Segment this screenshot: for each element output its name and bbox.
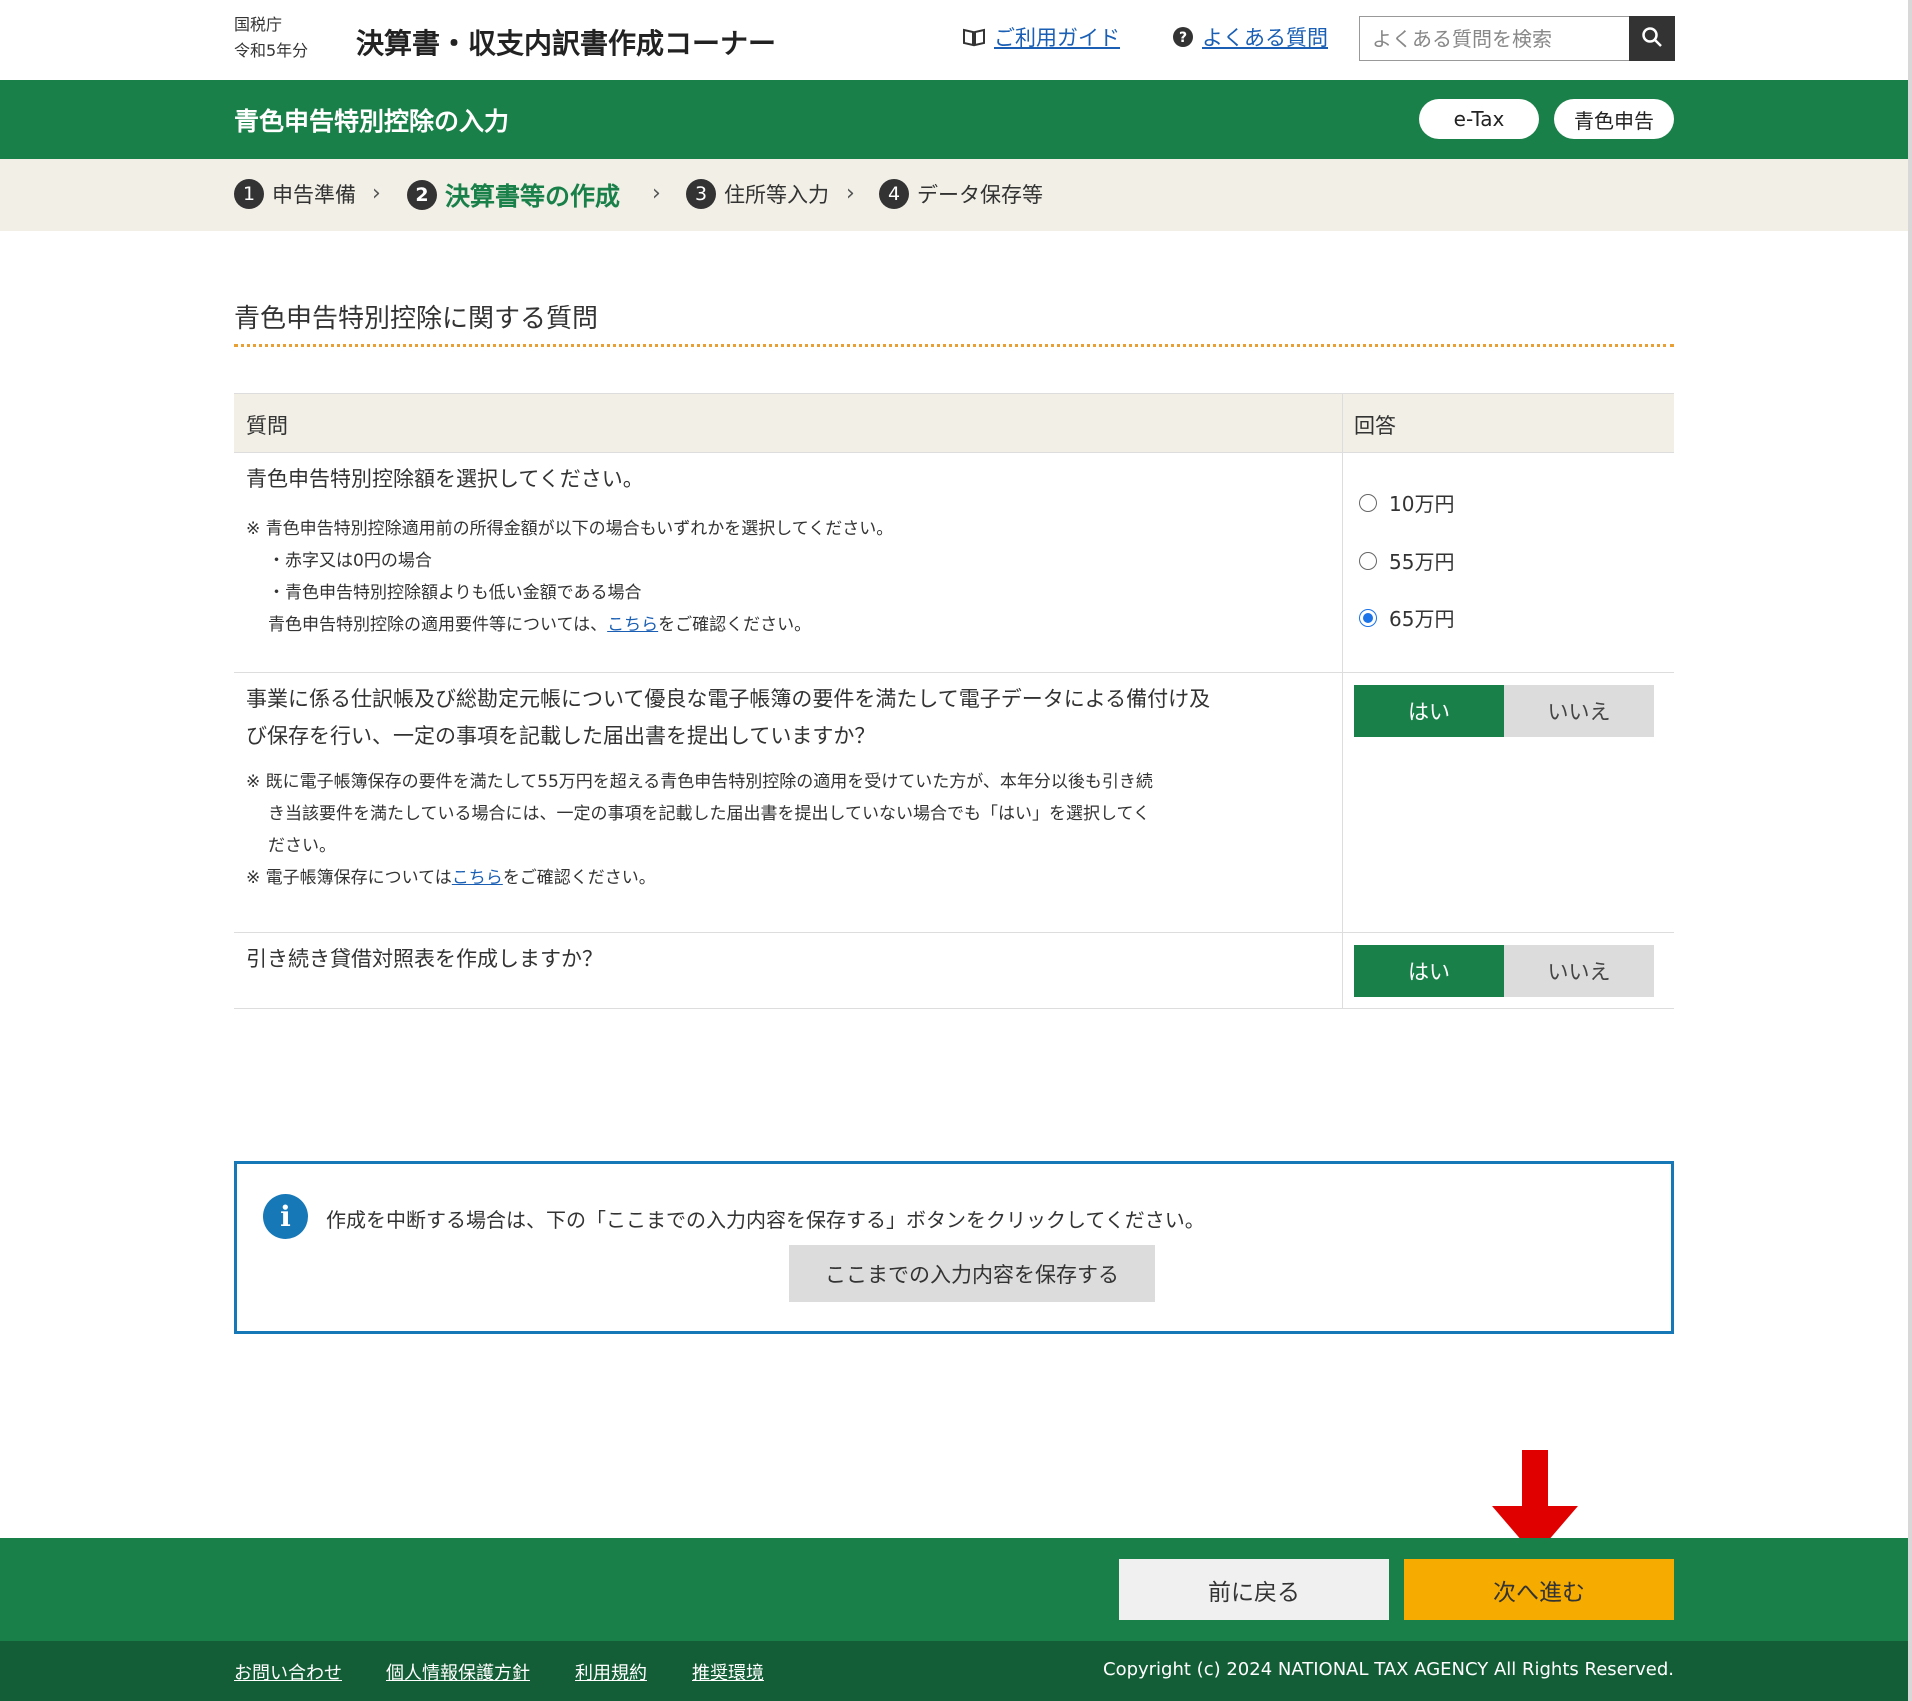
copyright: Copyright (c) 2024 NATIONAL TAX AGENCY A… <box>1103 1659 1674 1680</box>
tax-year: 令和5年分 <box>234 41 309 60</box>
book-icon <box>962 27 986 47</box>
table-header: 質問 回答 <box>234 393 1674 454</box>
step-label: 住所等入力 <box>724 183 829 207</box>
yes-no-toggle: はい いいえ <box>1354 685 1654 737</box>
yes-button-selected[interactable]: はい <box>1354 945 1504 997</box>
no-button[interactable]: いいえ <box>1504 945 1654 997</box>
chevron-right-icon: › <box>652 181 661 206</box>
info-text: 作成を中断する場合は、下の「ここまでの入力内容を保存する」ボタンをクリックしてく… <box>326 1208 1205 1232</box>
chevron-right-icon: › <box>372 181 381 206</box>
footer-link-environment[interactable]: 推奨環境 <box>692 1659 764 1685</box>
header-answer: 回答 <box>1354 414 1396 438</box>
footer-link-privacy[interactable]: 個人情報保護方針 <box>386 1659 530 1685</box>
question-note: ※ 既に電子帳簿保存の要件を満たして55万円を超える青色申告特別控除の適用を受け… <box>246 766 1153 894</box>
save-progress-button[interactable]: ここまでの入力内容を保存する <box>789 1245 1155 1302</box>
yes-no-toggle: はい いいえ <box>1354 945 1654 997</box>
radio-label: 65万円 <box>1389 607 1455 631</box>
page-title: 青色申告特別控除の入力 <box>234 107 510 136</box>
note-line: ※ 既に電子帳簿保存の要件を満たして55万円を超える青色申告特別控除の適用を受け… <box>246 772 1153 792</box>
question-text: 事業に係る仕訳帳及び総勘定元帳について優良な電子帳簿の要件を満たして電子データに… <box>246 681 1210 755</box>
question-note: ※ 青色申告特別控除適用前の所得金額が以下の場合もいずれかを選択してください。 … <box>246 513 893 641</box>
faq-link[interactable]: ? よくある質問 <box>1172 22 1328 52</box>
column-divider <box>1342 394 1343 454</box>
question-line: 事業に係る仕訳帳及び総勘定元帳について優良な電子帳簿の要件を満たして電子データに… <box>246 687 1211 711</box>
next-button[interactable]: 次へ進む <box>1404 1559 1674 1620</box>
agency-block: 国税庁 令和5年分 <box>234 12 308 64</box>
section-title: 青色申告特別控除に関する質問 <box>234 304 599 334</box>
scrollbar[interactable] <box>1908 0 1912 1701</box>
note-line: ・赤字又は0円の場合 <box>268 551 432 571</box>
note-text: ※ 電子帳簿保存については <box>246 868 452 888</box>
step-number: 2 <box>407 180 437 210</box>
footer-link-contact[interactable]: お問い合わせ <box>234 1659 342 1685</box>
note-line: き当該要件を満たしている場合には、一定の事項を記載した届出書を提出していない場合… <box>268 804 1150 824</box>
info-icon: i <box>263 1194 308 1239</box>
site-title: 決算書・収支内訳書作成コーナー <box>356 27 777 60</box>
progress-steps: 1 申告準備 › 2 決算書等の作成 › 3 住所等入力 › 4 データ保存等 <box>0 159 1908 231</box>
note-line: ださい。 <box>268 836 336 856</box>
note-line: ※ 青色申告特別控除適用前の所得金額が以下の場合もいずれかを選択してください。 <box>246 519 894 539</box>
step-3: 3 住所等入力 <box>686 179 829 209</box>
question-text: 引き続き貸借対照表を作成しますか？ <box>246 947 603 971</box>
guide-link-label: ご利用ガイド <box>994 26 1120 50</box>
question-line: び保存を行い、一定の事項を記載した届出書を提出していますか？ <box>246 724 876 748</box>
step-label: 決算書等の作成 <box>445 182 621 211</box>
note-line: 青色申告特別控除の適用要件等については、こちらをご確認ください。 <box>246 609 893 641</box>
radio-circle[interactable] <box>1359 551 1377 570</box>
note-text: をご確認ください。 <box>658 615 812 635</box>
radio-label: 55万円 <box>1389 550 1455 574</box>
faq-link-label: よくある質問 <box>1202 26 1328 50</box>
step-2-current: 2 決算書等の作成 <box>407 177 620 213</box>
step-label: データ保存等 <box>917 183 1043 207</box>
table-row-balance-sheet: 引き続き貸借対照表を作成しますか？ はい いいえ <box>234 933 1674 1009</box>
etax-badge: e-Tax <box>1419 99 1539 139</box>
guide-link[interactable]: ご利用ガイド <box>962 22 1120 52</box>
agency-name: 国税庁 <box>234 15 283 34</box>
step-4: 4 データ保存等 <box>879 179 1043 209</box>
radio-circle-selected[interactable] <box>1359 608 1377 627</box>
step-number: 3 <box>686 179 716 209</box>
step-number: 4 <box>879 179 909 209</box>
search-button[interactable] <box>1629 16 1675 61</box>
requirements-link[interactable]: こちら <box>607 615 658 635</box>
svg-text:?: ? <box>1179 30 1187 46</box>
table-row-electronic-books: 事業に係る仕訳帳及び総勘定元帳について優良な電子帳簿の要件を満たして電子データに… <box>234 673 1674 933</box>
header-question: 質問 <box>246 414 288 438</box>
footer-nav: 前に戻る 次へ進む <box>0 1538 1908 1641</box>
yes-button-selected[interactable]: はい <box>1354 685 1504 737</box>
save-info-box: i 作成を中断する場合は、下の「ここまでの入力内容を保存する」ボタンをクリックし… <box>234 1161 1674 1334</box>
e-books-link[interactable]: こちら <box>452 868 503 888</box>
search-icon <box>1641 26 1663 51</box>
note-text: 青色申告特別控除の適用要件等については、 <box>268 615 608 635</box>
table-row-deduction-amount: 青色申告特別控除額を選択してください。 ※ 青色申告特別控除適用前の所得金額が以… <box>234 453 1674 673</box>
site-header: 国税庁 令和5年分 決算書・収支内訳書作成コーナー ご利用ガイド ? よくある質… <box>0 0 1908 80</box>
radio-100k[interactable]: 10万円 <box>1359 488 1454 517</box>
column-divider <box>1342 673 1343 933</box>
footer-link-terms[interactable]: 利用規約 <box>575 1659 647 1685</box>
section-divider <box>234 344 1674 347</box>
radio-label: 10万円 <box>1389 492 1455 516</box>
radio-550k[interactable]: 55万円 <box>1359 546 1454 575</box>
column-divider <box>1342 933 1343 1009</box>
search-input[interactable] <box>1359 16 1629 61</box>
question-table: 質問 回答 青色申告特別控除額を選択してください。 ※ 青色申告特別控除適用前の… <box>234 393 1674 1009</box>
page-title-band: 青色申告特別控除の入力 e-Tax 青色申告 <box>0 80 1908 159</box>
footer: お問い合わせ 個人情報保護方針 利用規約 推奨環境 Copyright (c) … <box>0 1641 1908 1701</box>
column-divider <box>1342 453 1343 673</box>
chevron-right-icon: › <box>846 181 855 206</box>
radio-650k[interactable]: 65万円 <box>1359 603 1454 632</box>
step-1: 1 申告準備 <box>234 179 356 209</box>
blue-return-badge: 青色申告 <box>1554 99 1674 139</box>
step-label: 申告準備 <box>272 183 356 207</box>
radio-circle[interactable] <box>1359 493 1377 512</box>
note-line: ※ 電子帳簿保存についてはこちらをご確認ください。 <box>246 862 1153 894</box>
no-button[interactable]: いいえ <box>1504 685 1654 737</box>
step-number: 1 <box>234 179 264 209</box>
question-text: 青色申告特別控除額を選択してください。 <box>246 467 644 491</box>
faq-search <box>1359 16 1675 61</box>
note-text: をご確認ください。 <box>502 868 656 888</box>
question-icon: ? <box>1172 26 1194 48</box>
note-line: ・青色申告特別控除額よりも低い金額である場合 <box>268 583 642 603</box>
back-button[interactable]: 前に戻る <box>1119 1559 1389 1620</box>
